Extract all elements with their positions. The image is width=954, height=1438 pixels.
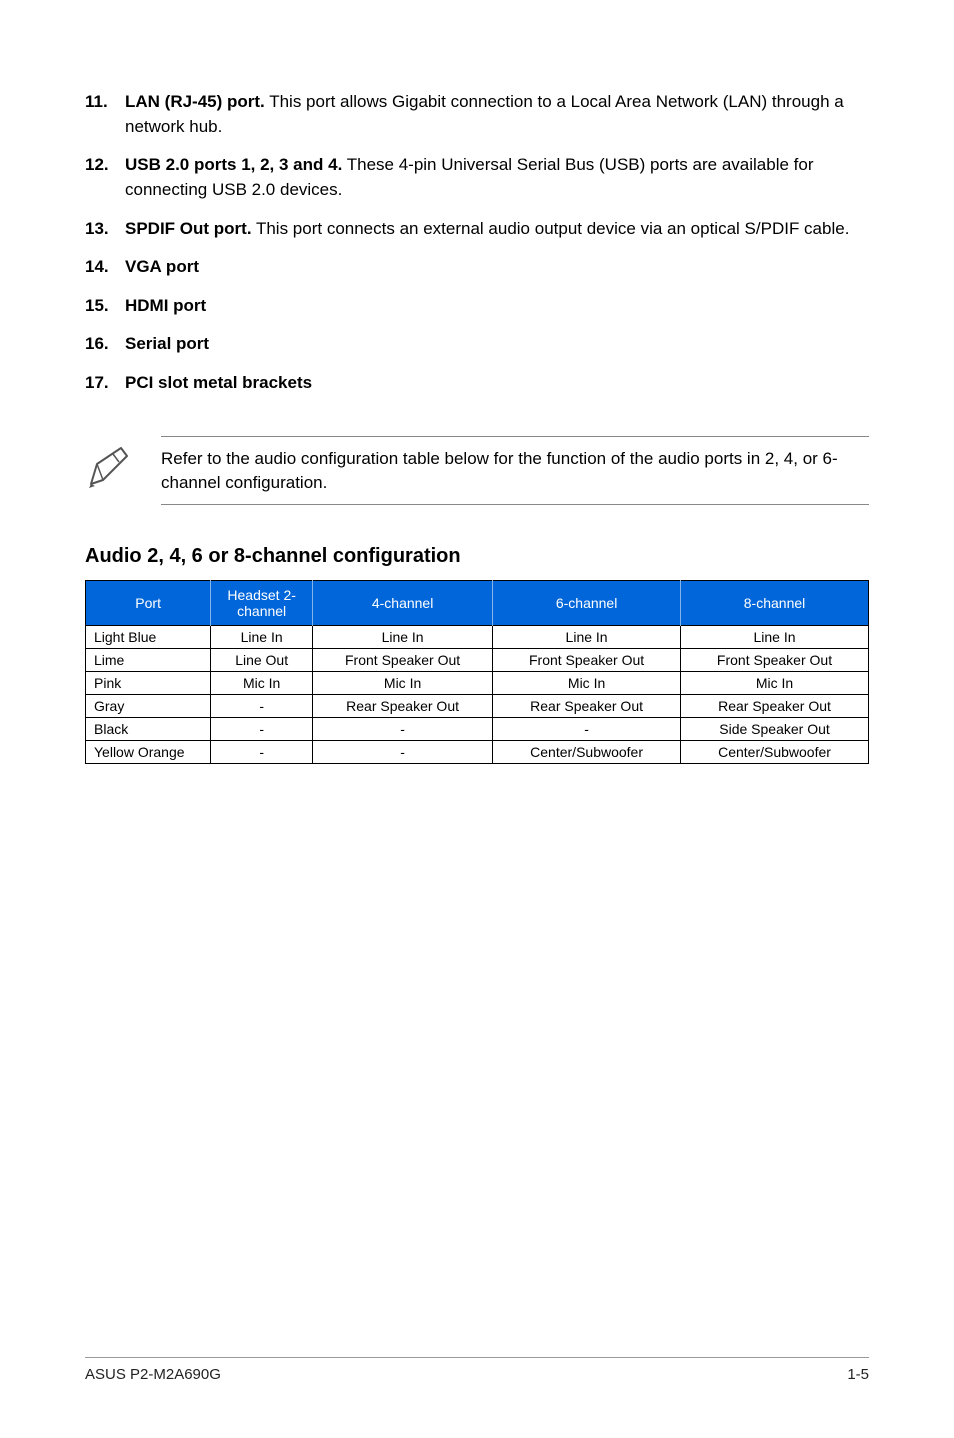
item-bold: VGA port (125, 257, 199, 276)
note-text: Refer to the audio configuration table b… (161, 436, 869, 506)
table-cell: Rear Speaker Out (493, 695, 681, 718)
item-number: 15. (85, 294, 125, 319)
table-cell: - (313, 718, 493, 741)
item-number: 16. (85, 332, 125, 357)
list-item: 16. Serial port (85, 332, 869, 357)
table-row: Black - - - Side Speaker Out (86, 718, 869, 741)
item-bold: HDMI port (125, 296, 206, 315)
list-item: 14. VGA port (85, 255, 869, 280)
footer-page-number: 1-5 (847, 1366, 869, 1383)
list-item: 11. LAN (RJ-45) port. This port allows G… (85, 90, 869, 139)
item-body: HDMI port (125, 294, 869, 319)
table-cell: Front Speaker Out (493, 649, 681, 672)
item-number: 14. (85, 255, 125, 280)
item-body: USB 2.0 ports 1, 2, 3 and 4. These 4-pin… (125, 153, 869, 202)
table-cell: - (211, 718, 313, 741)
item-number: 17. (85, 371, 125, 396)
item-bold: LAN (RJ-45) port. (125, 92, 265, 111)
item-bold: PCI slot metal brackets (125, 373, 312, 392)
table-header: 8-channel (681, 581, 869, 626)
list-item: 17. PCI slot metal brackets (85, 371, 869, 396)
numbered-port-list: 11. LAN (RJ-45) port. This port allows G… (85, 90, 869, 396)
section-heading: Audio 2, 4, 6 or 8-channel configuration (85, 545, 869, 568)
table-cell: Line In (313, 626, 493, 649)
table-cell: Mic In (681, 672, 869, 695)
table-row: Yellow Orange - - Center/Subwoofer Cente… (86, 741, 869, 764)
table-cell: Front Speaker Out (681, 649, 869, 672)
table-cell: Light Blue (86, 626, 211, 649)
audio-config-table: Port Headset 2-channel 4-channel 6-chann… (85, 580, 869, 764)
item-bold: SPDIF Out port. (125, 219, 252, 238)
footer-product: ASUS P2-M2A690G (85, 1366, 221, 1383)
table-header: Port (86, 581, 211, 626)
table-row: Gray - Rear Speaker Out Rear Speaker Out… (86, 695, 869, 718)
item-body: VGA port (125, 255, 869, 280)
item-body: Serial port (125, 332, 869, 357)
table-cell: Mic In (313, 672, 493, 695)
table-header: Headset 2-channel (211, 581, 313, 626)
item-number: 12. (85, 153, 125, 202)
item-body: LAN (RJ-45) port. This port allows Gigab… (125, 90, 869, 139)
table-cell: - (211, 695, 313, 718)
table-cell: Gray (86, 695, 211, 718)
table-cell: Lime (86, 649, 211, 672)
item-number: 13. (85, 217, 125, 242)
table-cell: - (313, 741, 493, 764)
list-item: 12. USB 2.0 ports 1, 2, 3 and 4. These 4… (85, 153, 869, 202)
item-bold: Serial port (125, 334, 209, 353)
item-rest: This port connects an external audio out… (252, 219, 850, 238)
note-block: Refer to the audio configuration table b… (85, 436, 869, 506)
pencil-note-icon (85, 444, 133, 497)
table-cell: - (493, 718, 681, 741)
table-row: Pink Mic In Mic In Mic In Mic In (86, 672, 869, 695)
item-body: PCI slot metal brackets (125, 371, 869, 396)
list-item: 15. HDMI port (85, 294, 869, 319)
table-cell: Yellow Orange (86, 741, 211, 764)
table-header: 6-channel (493, 581, 681, 626)
table-cell: Side Speaker Out (681, 718, 869, 741)
table-cell: Line In (681, 626, 869, 649)
table-cell: Pink (86, 672, 211, 695)
table-cell: Black (86, 718, 211, 741)
table-cell: - (211, 741, 313, 764)
item-body: SPDIF Out port. This port connects an ex… (125, 217, 869, 242)
table-header: 4-channel (313, 581, 493, 626)
table-cell: Line In (493, 626, 681, 649)
table-cell: Front Speaker Out (313, 649, 493, 672)
page-footer: ASUS P2-M2A690G 1-5 (85, 1357, 869, 1383)
table-cell: Line Out (211, 649, 313, 672)
table-cell: Rear Speaker Out (681, 695, 869, 718)
table-cell: Rear Speaker Out (313, 695, 493, 718)
table-cell: Center/Subwoofer (493, 741, 681, 764)
item-number: 11. (85, 90, 125, 139)
list-item: 13. SPDIF Out port. This port connects a… (85, 217, 869, 242)
table-row: Lime Line Out Front Speaker Out Front Sp… (86, 649, 869, 672)
table-cell: Mic In (493, 672, 681, 695)
table-cell: Mic In (211, 672, 313, 695)
item-bold: USB 2.0 ports 1, 2, 3 and 4. (125, 155, 342, 174)
table-cell: Line In (211, 626, 313, 649)
table-cell: Center/Subwoofer (681, 741, 869, 764)
table-row: Light Blue Line In Line In Line In Line … (86, 626, 869, 649)
